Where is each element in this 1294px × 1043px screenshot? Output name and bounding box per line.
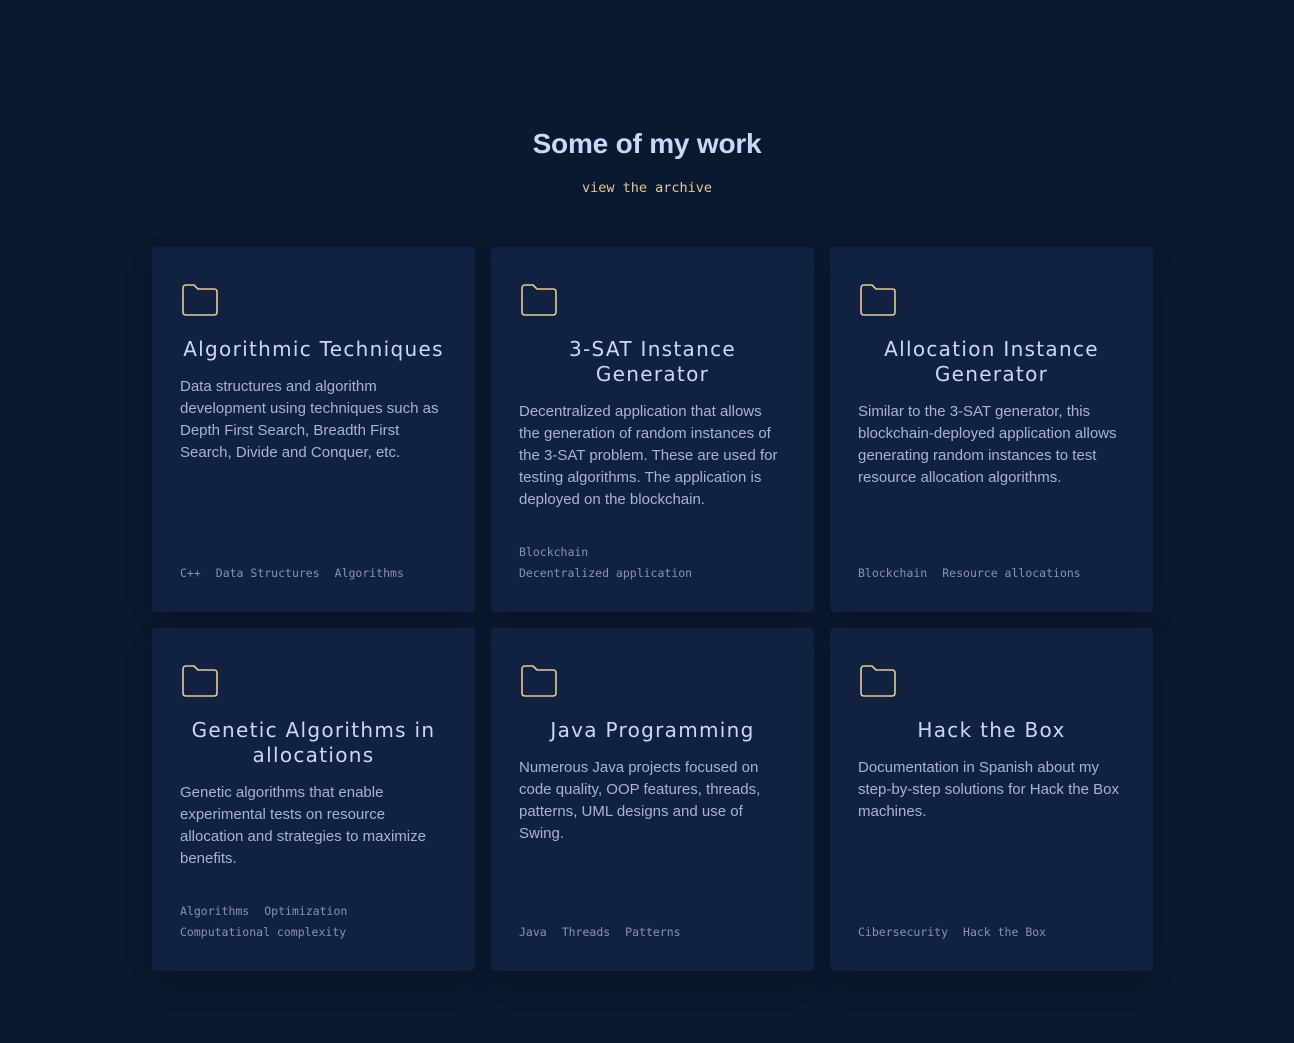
- project-tags: Java Threads Patterns: [519, 922, 786, 943]
- folder-icon: [860, 284, 896, 316]
- tech-tag: Blockchain: [858, 566, 928, 580]
- project-title[interactable]: Hack the Box: [858, 718, 1125, 743]
- project-description: Numerous Java projects focused on code q…: [519, 759, 761, 842]
- project-card[interactable]: Hack the Box Documentation in Spanish ab…: [830, 628, 1153, 971]
- project-title[interactable]: 3-SAT Instance Generator: [519, 337, 786, 387]
- project-tags: Blockchain Resource allocations: [858, 563, 1125, 584]
- tech-tag: Cibersecurity: [858, 925, 949, 939]
- folder-icon: [521, 665, 557, 697]
- tech-tag: Algorithms: [334, 566, 404, 580]
- tech-tag: Resource allocations: [942, 566, 1081, 580]
- project-description: Data structures and algorithm developmen…: [180, 378, 439, 461]
- project-tags: Blockchain Decentralized application: [519, 542, 786, 584]
- project-tags: Algorithms Optimization Computational co…: [180, 901, 447, 943]
- folder-icon: [182, 665, 218, 697]
- project-title[interactable]: Java Programming: [519, 718, 786, 743]
- project-card[interactable]: Genetic Algorithms in allocations Geneti…: [152, 628, 475, 971]
- project-title[interactable]: Allocation Instance Generator: [858, 337, 1125, 387]
- project-tags: Cibersecurity Hack the Box: [858, 922, 1125, 943]
- projects-section: Some of my work view the archive Algorit…: [0, 0, 1294, 1043]
- tech-tag: Data Structures: [215, 566, 320, 580]
- tech-tag: Computational complexity: [180, 925, 347, 939]
- folder-icon: [182, 284, 218, 316]
- tech-tag: Decentralized application: [519, 566, 693, 580]
- project-title[interactable]: Algorithmic Techniques: [180, 337, 447, 362]
- tech-tag: Hack the Box: [963, 925, 1047, 939]
- tech-tag: Java: [519, 925, 547, 939]
- section-heading: Some of my work: [532, 128, 762, 159]
- project-card[interactable]: Allocation Instance Generator Similar to…: [830, 247, 1153, 612]
- folder-icon: [860, 665, 896, 697]
- project-tags: C++ Data Structures Algorithms: [180, 563, 447, 584]
- project-description: Genetic algorithms that enable experimen…: [180, 784, 426, 867]
- tech-tag: Threads: [561, 925, 611, 939]
- project-description: Similar to the 3-SAT generator, this blo…: [858, 403, 1117, 486]
- project-title[interactable]: Genetic Algorithms in allocations: [180, 718, 447, 768]
- tech-tag: Optimization: [264, 904, 348, 918]
- project-card[interactable]: Algorithmic Techniques Data structures a…: [152, 247, 475, 612]
- projects-grid: Algorithmic Techniques Data structures a…: [152, 247, 1153, 971]
- tech-tag: Blockchain: [519, 545, 589, 559]
- tech-tag: Patterns: [625, 925, 681, 939]
- view-archive-link-label[interactable]: view the archive: [582, 180, 712, 196]
- folder-icon: [521, 284, 557, 316]
- project-card[interactable]: Java Programming Numerous Java projects …: [491, 628, 814, 971]
- project-card[interactable]: 3-SAT Instance Generator Decentralized a…: [491, 247, 814, 612]
- tech-tag: C++: [180, 566, 201, 580]
- view-archive-link[interactable]: view the archive: [0, 180, 1294, 196]
- project-description: Documentation in Spanish about my step-b…: [858, 759, 1119, 820]
- project-description: Decentralized application that allows th…: [519, 403, 778, 508]
- tech-tag: Algorithms: [180, 904, 250, 918]
